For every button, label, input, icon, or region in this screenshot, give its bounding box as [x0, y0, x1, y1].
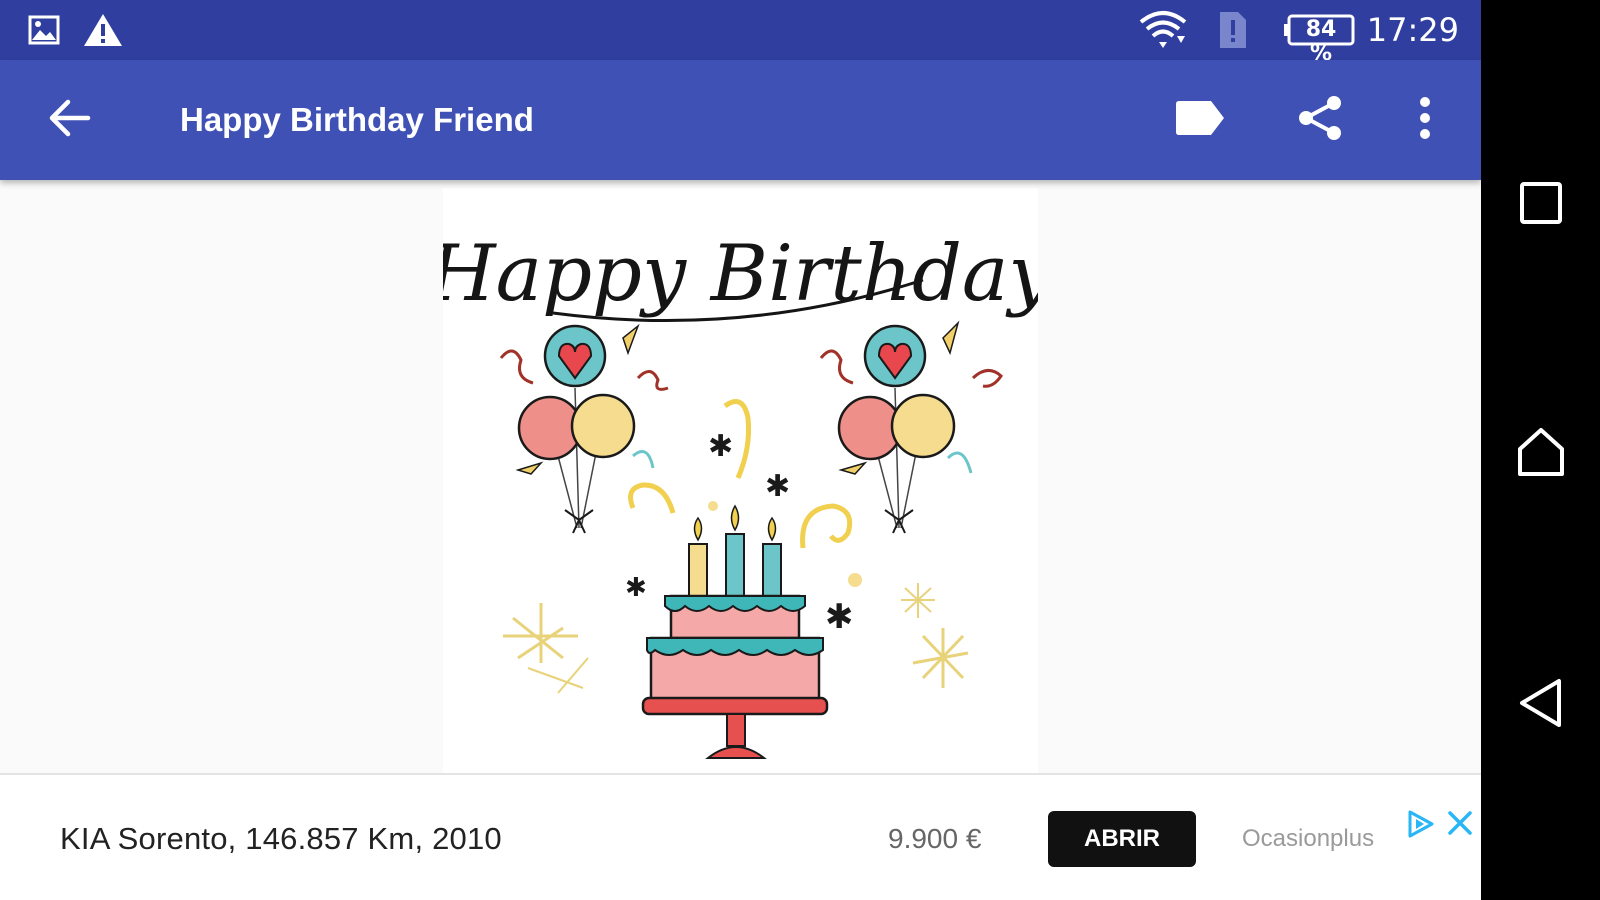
birthday-card-image[interactable]: Happy Birthday ✱ ✱ ✱ ✱: [443, 188, 1038, 774]
back-nav-button[interactable]: [1511, 675, 1571, 735]
image-icon: [26, 12, 62, 48]
svg-text:✱: ✱: [765, 469, 790, 504]
share-button[interactable]: [1290, 90, 1350, 150]
wifi-icon: [1138, 11, 1188, 48]
back-arrow-icon: [48, 98, 92, 143]
app-screen: 84 % 17:29 Happy Birthday Friend Happy B…: [0, 0, 1481, 900]
left-balloons-illustration: [499, 323, 669, 534]
back-button[interactable]: [40, 90, 100, 150]
ad-open-button[interactable]: ABRIR: [1048, 811, 1196, 867]
app-bar: Happy Birthday Friend: [0, 60, 1481, 180]
adchoices-icon[interactable]: [1406, 809, 1436, 839]
cake-illustration: [641, 504, 829, 759]
recents-square-icon: [1519, 181, 1563, 230]
right-balloons-illustration: [819, 320, 1003, 534]
label-button[interactable]: [1170, 90, 1230, 150]
battery-icon: 84 %: [1284, 14, 1356, 66]
sim-alert-icon: [1214, 12, 1250, 48]
svg-text:✱: ✱: [708, 429, 733, 464]
home-icon: [1516, 427, 1566, 482]
ad-price: 9.900 €: [888, 823, 982, 854]
status-bar: 84 % 17:29: [0, 0, 1481, 66]
system-nav-bar: [1481, 0, 1600, 900]
close-icon[interactable]: [1446, 809, 1474, 837]
ad-headline[interactable]: KIA Sorento, 146.857 Km, 2010: [60, 819, 502, 859]
more-vert-icon: [1418, 96, 1432, 145]
status-time: 17:29: [1366, 11, 1459, 49]
more-options-button[interactable]: [1395, 90, 1455, 150]
ad-advertiser: Ocasionplus: [1242, 825, 1375, 852]
back-triangle-icon: [1518, 678, 1564, 733]
label-icon: [1175, 100, 1225, 141]
share-icon: [1296, 94, 1344, 147]
svg-text:✱: ✱: [825, 597, 854, 637]
ad-banner[interactable]: KIA Sorento, 146.857 Km, 2010 9.900 € AB…: [0, 775, 1481, 900]
warning-icon: [82, 12, 124, 48]
battery-level: 84 %: [1305, 17, 1337, 66]
recents-button[interactable]: [1511, 175, 1571, 235]
home-button[interactable]: [1511, 424, 1571, 484]
svg-text:✱: ✱: [625, 573, 647, 603]
card-title-text: Happy Birthday: [443, 229, 1038, 319]
content-area: Happy Birthday ✱ ✱ ✱ ✱: [0, 180, 1481, 774]
page-title: Happy Birthday Friend: [180, 101, 534, 138]
